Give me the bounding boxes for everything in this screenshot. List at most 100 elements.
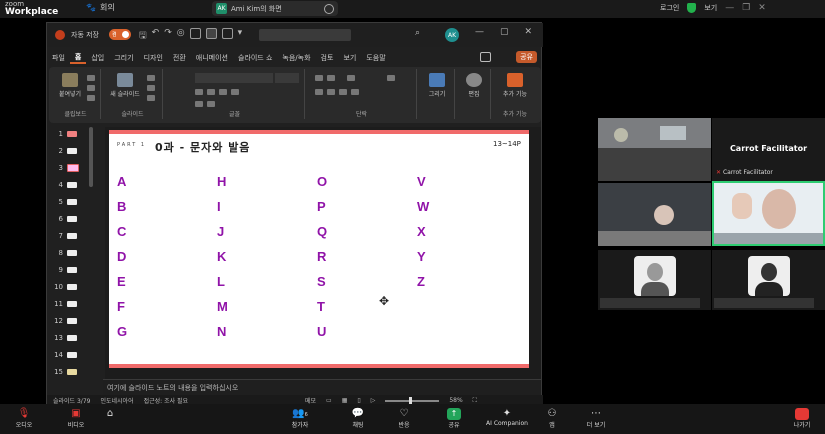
filename-box[interactable]	[259, 29, 351, 41]
present-icon[interactable]	[205, 28, 217, 39]
more-options-icon[interactable]	[324, 3, 334, 14]
layout-icon[interactable]	[189, 28, 201, 39]
participant-video-active-speaker[interactable]	[712, 181, 825, 246]
addins-button[interactable]: 추가 기능	[497, 73, 533, 98]
format-painter-icon[interactable]	[87, 95, 95, 101]
meeting-menu-button[interactable]: 🐾 회의	[86, 2, 115, 13]
slide-thumb-13[interactable]: 13	[49, 331, 103, 346]
audio-button[interactable]: 🎙 오디오	[4, 408, 44, 429]
slide-thumb-11[interactable]: 11	[49, 297, 103, 312]
edit-button[interactable]: 편집	[459, 73, 489, 98]
align-right-icon[interactable]	[339, 89, 347, 95]
text-direction-icon[interactable]	[387, 75, 395, 81]
customize-qat-icon[interactable]: ▾	[238, 28, 243, 44]
normal-view-icon[interactable]: ▭	[326, 397, 332, 404]
slide-thumb-5[interactable]: 5	[49, 195, 103, 210]
tab-animations[interactable]: 애니메이션	[191, 53, 233, 63]
redo-icon[interactable]: ↷	[164, 28, 172, 44]
screen-share-indicator[interactable]: AK Ami Kim의 화면	[212, 1, 338, 16]
slide-thumb-4[interactable]: 4	[49, 178, 103, 193]
draw-button[interactable]: 그리기	[421, 73, 453, 98]
highlight-icon[interactable]	[207, 101, 215, 107]
participant-video-1[interactable]	[598, 118, 711, 181]
maximize-icon[interactable]: ▢	[500, 27, 509, 37]
tab-view[interactable]: 보기	[338, 53, 361, 63]
tab-draw[interactable]: 그리기	[109, 53, 138, 63]
cut-icon[interactable]	[87, 75, 95, 81]
user-avatar[interactable]: AK	[445, 28, 459, 42]
close-icon[interactable]: ✕	[758, 3, 766, 13]
slide-thumb-6[interactable]: 6	[49, 212, 103, 227]
tab-file[interactable]: 파일	[47, 53, 70, 63]
tab-help[interactable]: 도움말	[361, 53, 390, 63]
thumbnail-scrollbar[interactable]	[89, 127, 93, 187]
indent-icon[interactable]	[347, 75, 355, 81]
sorter-view-icon[interactable]: ▦	[342, 397, 348, 404]
justify-icon[interactable]	[351, 89, 359, 95]
bold-icon[interactable]	[195, 89, 203, 95]
comment-icon[interactable]	[480, 52, 491, 62]
autosave-toggle[interactable]: 켬	[109, 29, 131, 40]
new-slide-button[interactable]: 새 슬라이드	[109, 73, 141, 98]
maximize-icon[interactable]: ❐	[742, 3, 750, 13]
participant-video-2[interactable]	[598, 183, 711, 246]
slide-thumb-7[interactable]: 7	[49, 229, 103, 244]
slide-thumb-2[interactable]: 2	[49, 144, 103, 159]
italic-icon[interactable]	[207, 89, 215, 95]
current-slide[interactable]: PART 1 0과 - 문자와 발음 13~14P A B C D E F G …	[109, 130, 529, 368]
underline-icon[interactable]	[219, 89, 227, 95]
tab-home[interactable]: 홈	[69, 52, 87, 64]
view-button[interactable]: 보기	[704, 3, 717, 13]
slide-thumb-15[interactable]: 15	[49, 365, 103, 380]
grid-icon[interactable]	[221, 28, 233, 39]
align-left-icon[interactable]	[315, 89, 323, 95]
participants-button[interactable]: 👥6 참가자	[280, 408, 320, 429]
ai-companion-button[interactable]: ✦ AI Companion	[482, 408, 532, 427]
tab-insert[interactable]: 삽입	[86, 53, 109, 63]
slide-thumb-3[interactable]: 3	[49, 161, 103, 176]
copy-icon[interactable]	[87, 85, 95, 91]
slide-thumb-8[interactable]: 8	[49, 246, 103, 261]
undo-icon[interactable]: ↶	[152, 28, 160, 44]
font-name-box[interactable]	[195, 73, 273, 83]
slideshow-icon[interactable]: ◎	[177, 28, 185, 44]
section-icon[interactable]	[147, 95, 155, 101]
minimize-icon[interactable]: —	[725, 3, 734, 13]
participant-tile-3[interactable]	[598, 250, 711, 310]
tab-transitions[interactable]: 전환	[168, 53, 191, 63]
reactions-button[interactable]: ♡ 반응	[384, 408, 424, 429]
layout-icon[interactable]	[147, 75, 155, 81]
slide-thumb-14[interactable]: 14	[49, 348, 103, 363]
tab-record[interactable]: 녹음/녹화	[277, 53, 315, 63]
tab-design[interactable]: 디자인	[139, 53, 168, 63]
chat-button[interactable]: 💬 채팅	[338, 408, 378, 429]
zoom-slider[interactable]	[385, 396, 440, 405]
security-icon[interactable]: ⌂	[100, 408, 120, 420]
slideshow-view-icon[interactable]: ▷	[371, 397, 376, 404]
tab-slideshow[interactable]: 슬라이드 쇼	[233, 53, 277, 63]
zoom-level[interactable]: 58%	[449, 397, 462, 404]
participant-tile-4[interactable]	[712, 250, 825, 310]
reading-view-icon[interactable]: ▯	[357, 397, 360, 404]
slide-thumb-1[interactable]: 1	[49, 127, 103, 142]
close-icon[interactable]: ✕	[525, 27, 533, 37]
strikethrough-icon[interactable]	[231, 89, 239, 95]
leave-button[interactable]: 나가기	[784, 408, 820, 429]
numbering-icon[interactable]	[327, 75, 335, 81]
video-button[interactable]: ▣ 비디오	[56, 408, 96, 429]
paste-button[interactable]: 붙여넣기	[57, 73, 83, 98]
slide-thumb-9[interactable]: 9	[49, 263, 103, 278]
share-button[interactable]: 공유	[516, 51, 537, 63]
signin-link[interactable]: 로그인	[660, 3, 679, 13]
font-color-icon[interactable]	[195, 101, 203, 107]
notes-pane[interactable]: 여기에 슬라이드 노트의 내용을 입력하십시오	[103, 379, 541, 395]
search-icon[interactable]: ⌕	[415, 28, 420, 38]
tab-review[interactable]: 검토	[316, 53, 339, 63]
reset-icon[interactable]	[147, 85, 155, 91]
apps-button[interactable]: ⚇ 앱	[532, 408, 572, 429]
slide-thumb-10[interactable]: 10	[49, 280, 103, 295]
slide-thumb-12[interactable]: 12	[49, 314, 103, 329]
share-screen-button[interactable]: ↑ 공유	[434, 408, 474, 429]
font-size-box[interactable]	[275, 73, 299, 83]
save-icon[interactable]: 🖫	[139, 28, 147, 44]
